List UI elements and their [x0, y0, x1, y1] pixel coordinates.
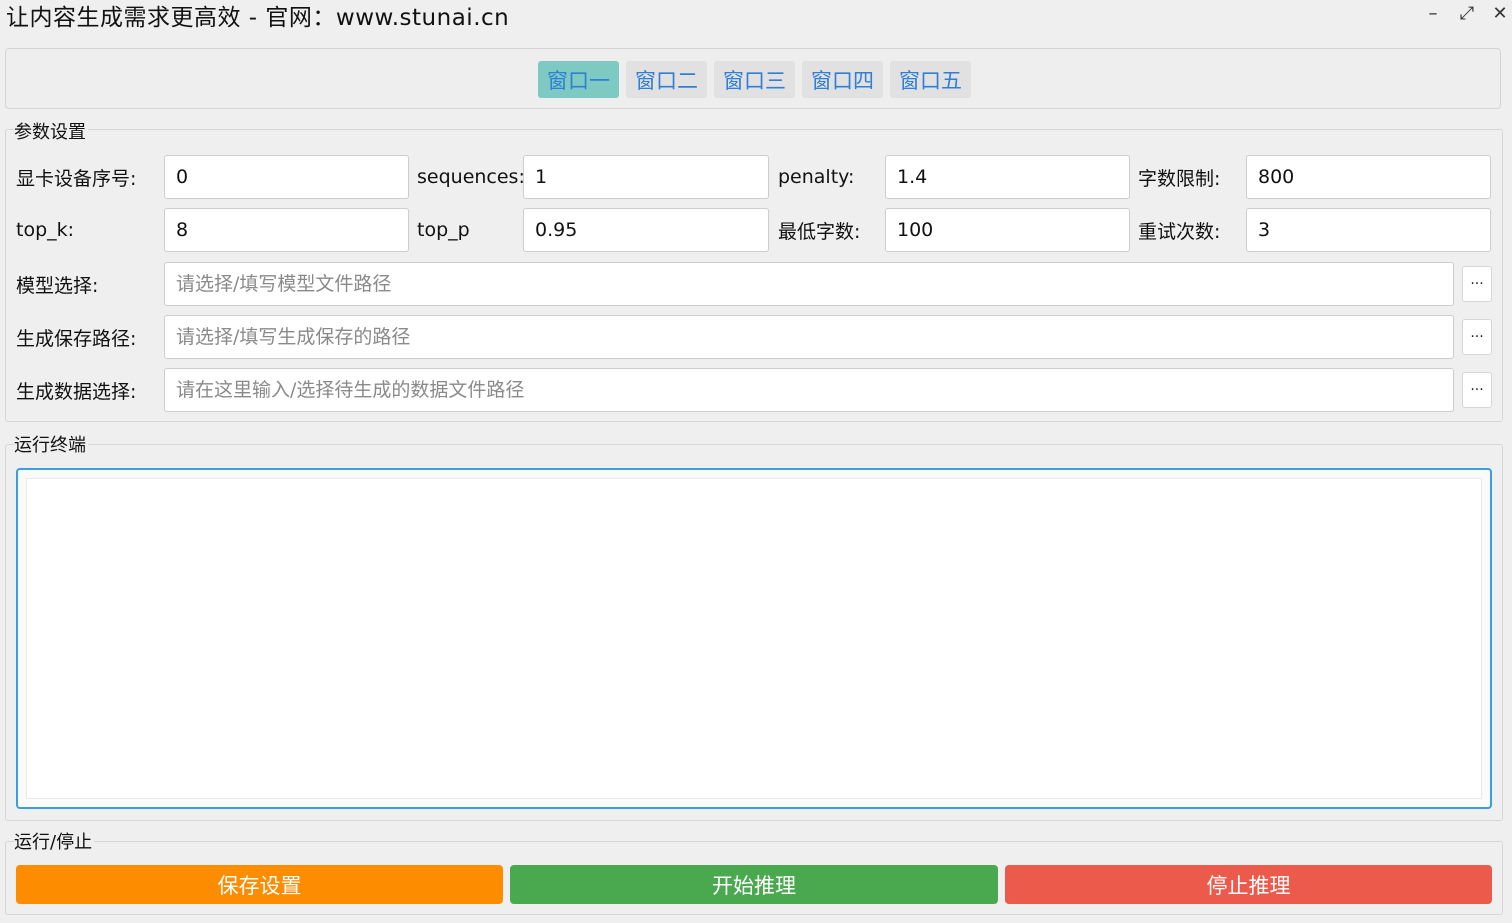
- min-words-label: 最低字数:: [778, 220, 861, 243]
- penalty-label: penalty:: [778, 166, 855, 188]
- close-icon[interactable]: ✕: [1486, 0, 1512, 26]
- min-words-input[interactable]: [885, 208, 1130, 252]
- minimize-icon[interactable]: –: [1419, 0, 1447, 26]
- save-settings-button[interactable]: 保存设置: [16, 865, 503, 904]
- save-path-browse-button[interactable]: ···: [1462, 319, 1492, 355]
- terminal-section-title: 运行终端: [14, 431, 88, 457]
- model-browse-button[interactable]: ···: [1462, 266, 1492, 302]
- word-limit-input[interactable]: [1246, 155, 1491, 199]
- sequences-input[interactable]: [523, 155, 769, 199]
- window-tab-bar: 窗口一 窗口二 窗口三 窗口四 窗口五: [5, 48, 1501, 109]
- retries-label: 重试次数:: [1138, 220, 1221, 243]
- params-section-title: 参数设置: [14, 118, 88, 144]
- save-path-label: 生成保存路径:: [16, 327, 137, 350]
- start-inference-button[interactable]: 开始推理: [510, 865, 998, 904]
- tab-window-2[interactable]: 窗口二: [626, 61, 707, 98]
- penalty-input[interactable]: [885, 155, 1130, 199]
- word-limit-label: 字数限制:: [1138, 167, 1221, 190]
- tab-window-5[interactable]: 窗口五: [890, 61, 971, 98]
- tab-window-4[interactable]: 窗口四: [802, 61, 883, 98]
- title-bar: 让内容生成需求更高效 - 官网：www.stunai.cn – ⤢ ✕: [0, 0, 1512, 32]
- terminal-text-area[interactable]: [26, 478, 1482, 799]
- model-path-input[interactable]: [164, 262, 1454, 306]
- window-title: 让内容生成需求更高效 - 官网：www.stunai.cn: [6, 5, 510, 31]
- data-file-input[interactable]: [164, 368, 1454, 412]
- run-section-title: 运行/停止: [14, 828, 95, 854]
- top-p-label: top_p: [417, 219, 470, 241]
- sequences-label: sequences:: [417, 166, 525, 188]
- tab-window-3[interactable]: 窗口三: [714, 61, 795, 98]
- tab-window-1[interactable]: 窗口一: [538, 61, 619, 98]
- terminal-output[interactable]: [16, 468, 1492, 809]
- gpu-index-input[interactable]: [164, 155, 409, 199]
- model-label: 模型选择:: [16, 274, 99, 297]
- top-k-input[interactable]: [164, 208, 409, 252]
- stop-inference-button[interactable]: 停止推理: [1005, 865, 1492, 904]
- data-file-label: 生成数据选择:: [16, 380, 137, 403]
- save-path-input[interactable]: [164, 315, 1454, 359]
- data-file-browse-button[interactable]: ···: [1462, 372, 1492, 408]
- maximize-icon[interactable]: ⤢: [1453, 0, 1481, 26]
- top-k-label: top_k:: [16, 219, 75, 241]
- top-p-input[interactable]: [523, 208, 769, 252]
- retries-input[interactable]: [1246, 208, 1491, 252]
- gpu-label: 显卡设备序号:: [16, 167, 137, 190]
